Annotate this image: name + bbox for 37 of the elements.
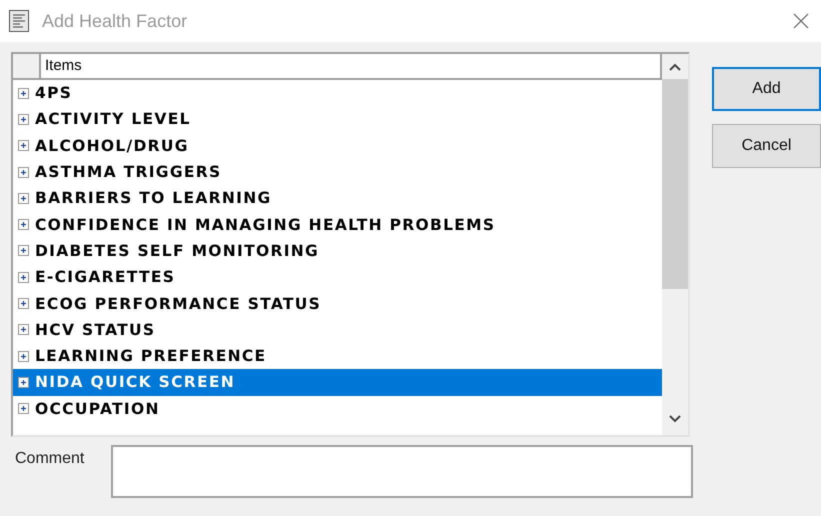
expand-plus-icon[interactable] — [18, 219, 29, 230]
expand-plus-icon[interactable] — [18, 140, 29, 152]
expand-plus-icon[interactable] — [18, 88, 29, 99]
close-icon[interactable] — [793, 13, 809, 29]
list-item[interactable]: OCCUPATION — [13, 396, 662, 422]
expand-plus-icon[interactable] — [18, 245, 29, 256]
list-item[interactable]: ASTHMA TRIGGERS — [13, 158, 662, 186]
list-item[interactable]: ECOG PERFORMANCE STATUS — [13, 290, 662, 317]
expand-plus-icon[interactable] — [18, 403, 29, 414]
comment-field[interactable] — [111, 445, 693, 498]
cancel-button[interactable]: Cancel — [712, 124, 821, 168]
list-item[interactable]: HCV STATUS — [13, 316, 662, 343]
form-icon — [9, 10, 29, 32]
window-title: Add Health Factor — [42, 10, 188, 32]
expand-plus-icon[interactable] — [18, 376, 29, 388]
comment-label: Comment — [14, 449, 86, 469]
list-item[interactable]: ACTIVITY LEVEL — [13, 106, 662, 133]
list-item[interactable]: ALCOHOL/DRUG — [13, 132, 662, 159]
scroll-up-icon[interactable] — [669, 63, 681, 71]
add-button[interactable]: Add — [712, 67, 821, 111]
list-item[interactable]: 4PS — [13, 80, 662, 106]
expand-plus-icon[interactable] — [18, 114, 29, 125]
expand-plus-icon[interactable] — [18, 298, 29, 310]
list-item[interactable]: E-CIGARETTES — [13, 264, 662, 290]
list-item[interactable]: LEARNING PREFERENCE — [13, 342, 662, 370]
expand-plus-icon[interactable] — [18, 324, 29, 336]
scroll-thumb[interactable] — [662, 79, 688, 289]
scroll-down-icon[interactable] — [669, 415, 681, 423]
scrollbar[interactable] — [662, 54, 688, 435]
expand-plus-icon[interactable] — [18, 272, 29, 283]
expand-plus-icon[interactable] — [18, 192, 29, 204]
expand-plus-icon[interactable] — [18, 350, 29, 362]
list-item[interactable]: NIDA QUICK SCREEN — [13, 369, 662, 396]
expand-plus-icon[interactable] — [18, 166, 29, 178]
list-item[interactable]: CONFIDENCE IN MANAGING HEALTH PROBLEMS — [13, 211, 662, 238]
list-item[interactable]: DIABETES SELF MONITORING — [13, 238, 662, 264]
list-item[interactable]: BARRIERS TO LEARNING — [13, 185, 662, 212]
